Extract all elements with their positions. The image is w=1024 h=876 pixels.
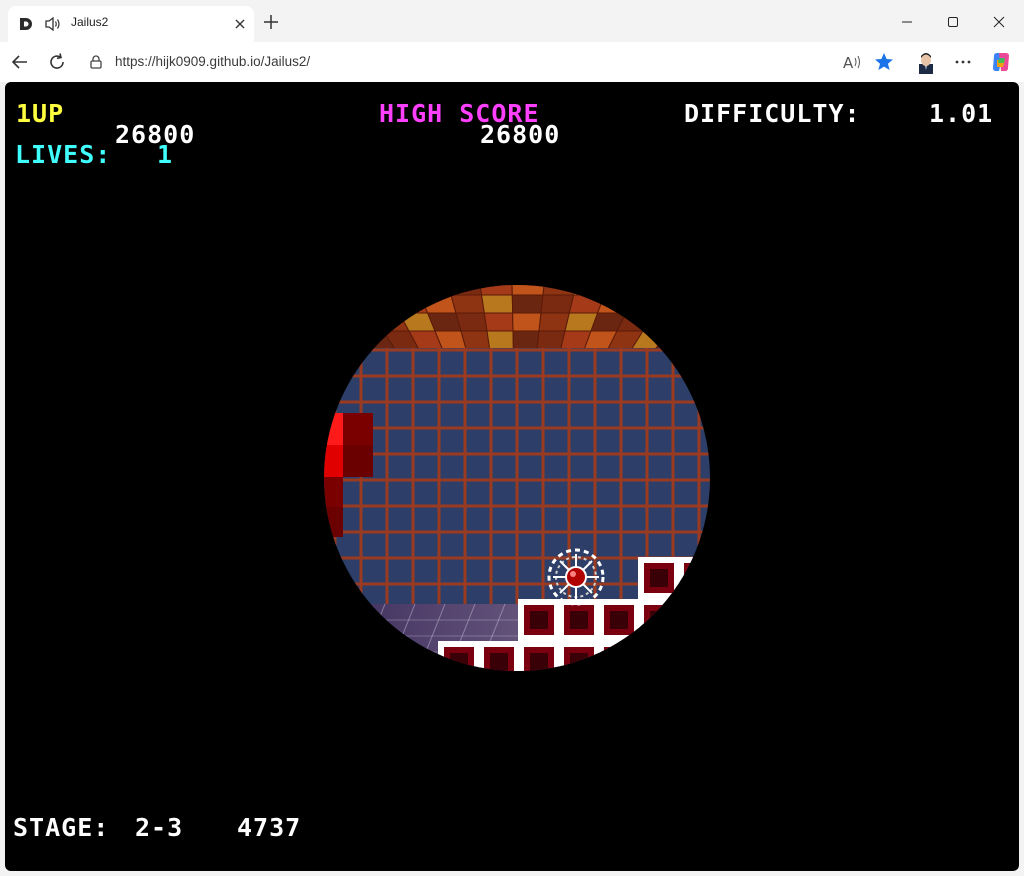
wall-block-inner: [530, 611, 548, 629]
copilot-icon[interactable]: [989, 50, 1013, 74]
ceiling-tile: [324, 294, 344, 314]
read-aloud-icon[interactable]: A: [840, 50, 864, 74]
ceiling-tile: [511, 294, 544, 314]
ceiling-tile: [324, 312, 333, 332]
lock-icon[interactable]: [88, 54, 104, 70]
ceiling-tile: [642, 312, 684, 332]
profile-avatar[interactable]: [914, 50, 938, 74]
wall-block-inner: [610, 653, 628, 671]
ceiling-tile: [511, 285, 546, 296]
ceiling-tile: [248, 277, 298, 295]
ceiling-tile: [616, 312, 656, 332]
floor-line: [324, 603, 326, 671]
floor-line: [674, 603, 710, 671]
wall-block-inner: [490, 653, 508, 671]
ceiling-tile: [693, 312, 710, 332]
floor-line: [644, 603, 686, 671]
ceiling-tile: [653, 294, 698, 314]
wall-block-inner: [450, 653, 468, 671]
ceiling-tile: [603, 285, 645, 296]
ceiling-tile: [483, 312, 514, 332]
ceiling-tile: [573, 285, 612, 296]
wall-block-inner: [570, 653, 588, 671]
ceiling-tile: [634, 285, 678, 296]
ceiling-tile: [512, 312, 542, 332]
wall-block: [598, 641, 640, 671]
wall-block-inner: [610, 611, 628, 629]
wall-block: [678, 557, 710, 599]
ceiling-tile: [512, 330, 540, 350]
ceiling-tile: [327, 294, 372, 314]
playfield[interactable]: [5, 82, 1019, 871]
vision-circle: [248, 277, 776, 671]
plus-icon[interactable]: [261, 12, 281, 32]
wall-block: [638, 599, 680, 641]
minimize-button[interactable]: [884, 8, 930, 36]
address-bar-row: https://hijk0909.github.io/Jailus2/ A: [0, 42, 1024, 82]
ceiling-tile: [460, 330, 491, 350]
wall-block: [558, 641, 600, 671]
ceiling-tile: [388, 294, 429, 314]
wall-block-inner: [690, 569, 708, 587]
floor-line: [324, 603, 356, 671]
ceiling-tile: [677, 330, 710, 350]
floor-line: [344, 603, 386, 671]
speaker-icon[interactable]: [44, 16, 62, 32]
wall-block-inner: [530, 653, 548, 671]
favorite-star-icon[interactable]: [872, 50, 896, 74]
ceiling-tile: [536, 330, 566, 350]
ceiling-tile: [654, 330, 697, 350]
ceiling-tile: [667, 312, 710, 332]
ceiling-tile: [329, 330, 373, 350]
minimize-icon: [902, 21, 912, 23]
ceiling-tile: [450, 294, 485, 314]
ceiling-tile: [709, 294, 710, 314]
ceiling-tile: [345, 285, 391, 296]
wall-block-inner: [570, 611, 588, 629]
ceiling-tile: [445, 285, 483, 296]
close-icon: [993, 16, 1005, 28]
maximize-button[interactable]: [930, 8, 976, 36]
ceiling-tile: [267, 295, 314, 313]
ceiling-tile: [455, 312, 488, 332]
ceiling-tile: [324, 285, 330, 296]
ceiling-tile: [695, 285, 710, 296]
ceiling-tile: [478, 285, 513, 296]
maximize-icon: [948, 17, 958, 27]
ceiling-tile: [324, 330, 349, 350]
svg-text:A: A: [843, 54, 854, 72]
ceiling-tile: [540, 294, 575, 314]
reload-icon[interactable]: [45, 50, 69, 74]
ceiling-tile: [681, 294, 710, 314]
tab-strip: Jailus2: [0, 0, 1024, 42]
ceiling-tile: [341, 312, 384, 332]
ceiling-tile: [727, 277, 776, 295]
ceiling-tile: [379, 285, 421, 296]
ceiling-tile: [324, 312, 359, 332]
close-icon[interactable]: [232, 16, 248, 32]
back-arrow-icon[interactable]: [8, 50, 32, 74]
game-viewport[interactable]: 1UP 26800 LIVES: 1 HIGH SCORE 26800 DIFF…: [5, 82, 1019, 871]
d-logo-icon: [20, 18, 32, 30]
ceiling-tile: [542, 285, 579, 296]
ceiling-tile: [357, 294, 401, 314]
more-dots-icon[interactable]: [951, 50, 975, 74]
ceiling-tile: [625, 294, 667, 314]
ceiling-tile: [370, 312, 410, 332]
ceiling-tile: [481, 294, 514, 314]
ceiling-tiles: [248, 277, 776, 350]
ceiling-tile: [486, 330, 514, 350]
ceiling-tile: [664, 285, 710, 296]
ceiling-tile: [596, 294, 636, 314]
url-input[interactable]: https://hijk0909.github.io/Jailus2/: [115, 54, 310, 69]
browser-tab[interactable]: Jailus2: [8, 6, 254, 42]
wall-block-inner: [650, 611, 668, 629]
ceiling-tile: [538, 312, 570, 332]
wall-block-inner: [650, 569, 668, 587]
close-window-button[interactable]: [976, 8, 1022, 36]
tab-title: Jailus2: [71, 15, 109, 29]
ceiling-tile: [412, 285, 452, 296]
ceiling-tile: [324, 285, 360, 296]
